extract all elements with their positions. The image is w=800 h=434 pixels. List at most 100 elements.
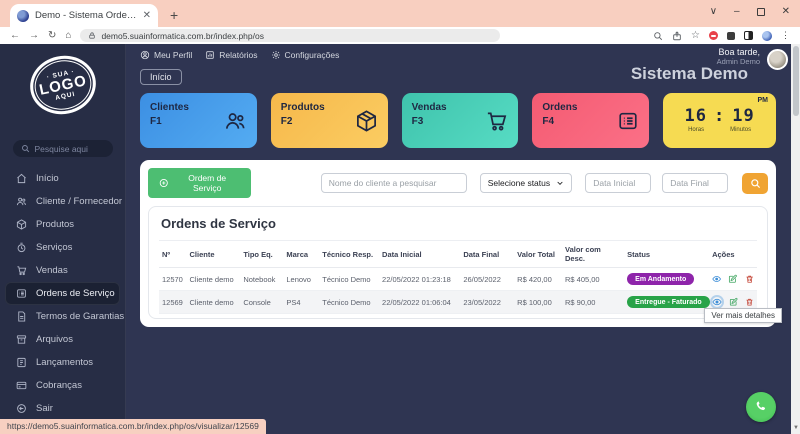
package-icon bbox=[355, 109, 378, 132]
reload-icon[interactable]: ↻ bbox=[48, 31, 56, 41]
status-select[interactable]: Selecione status bbox=[480, 173, 572, 193]
home-icon[interactable]: ⌂ bbox=[65, 31, 71, 41]
edit-icon[interactable] bbox=[729, 297, 738, 307]
sidebar-item-ordens-de-servico[interactable]: Ordens de Serviço bbox=[5, 282, 120, 305]
sidebar-item-cobrancas[interactable]: Cobranças bbox=[0, 374, 125, 397]
sidebar-item-vendas[interactable]: Vendas bbox=[0, 259, 125, 282]
whatsapp-button[interactable] bbox=[746, 392, 776, 422]
sidebar-item-label: Cliente / Fornecedor bbox=[36, 196, 122, 207]
cell-tipo-eq: Notebook bbox=[240, 268, 283, 291]
forward-icon[interactable]: → bbox=[29, 31, 39, 41]
col-data-inicial: Data Inicial bbox=[379, 241, 460, 268]
table-row[interactable]: 12570 Cliente demo Notebook Lenovo Técni… bbox=[159, 268, 757, 291]
tab-close-icon[interactable]: ✕ bbox=[143, 11, 151, 21]
sidebar-search-input[interactable]: Pesquise aqui bbox=[13, 140, 113, 157]
new-order-label: Ordem de Serviço bbox=[175, 173, 240, 193]
breadcrumb[interactable]: Início bbox=[140, 69, 182, 85]
card-clientes[interactable]: Clientes F1 bbox=[140, 93, 257, 148]
sidebar-item-cliente-fornecedor[interactable]: Cliente / Fornecedor bbox=[0, 190, 125, 213]
logout-icon bbox=[16, 403, 27, 414]
menu-label: Configurações bbox=[285, 50, 340, 60]
address-bar[interactable]: demo5.suainformatica.com.br/index.php/os bbox=[80, 29, 500, 42]
view-icon[interactable] bbox=[712, 274, 721, 284]
col-numero: Nº bbox=[159, 241, 187, 268]
card-produtos[interactable]: Produtos F2 bbox=[271, 93, 388, 148]
card-ordens[interactable]: Ordens F4 bbox=[532, 93, 649, 148]
back-icon[interactable]: ← bbox=[10, 31, 20, 41]
cell-tecnico: Técnico Demo bbox=[319, 291, 379, 314]
cell-numero: 12569 bbox=[159, 291, 187, 314]
sidebar-item-label: Cobranças bbox=[36, 380, 82, 391]
gear-icon bbox=[271, 50, 281, 60]
cell-cliente: Cliente demo bbox=[187, 268, 241, 291]
date-start-input[interactable] bbox=[585, 173, 651, 193]
tab-search-chevron-icon[interactable]: ∨ bbox=[710, 6, 717, 17]
search-icon bbox=[750, 178, 761, 189]
card-vendas[interactable]: Vendas F3 bbox=[402, 93, 519, 148]
zoom-icon[interactable] bbox=[653, 31, 663, 41]
new-order-button[interactable]: Ordem de Serviço bbox=[148, 168, 251, 198]
menu-meu-perfil[interactable]: Meu Perfil bbox=[140, 50, 192, 60]
sidebar-item-label: Início bbox=[36, 173, 59, 184]
bookmark-star-icon[interactable]: ☆ bbox=[691, 30, 700, 41]
window-close-icon[interactable]: ✕ bbox=[782, 6, 790, 17]
package-icon bbox=[16, 219, 27, 230]
clock-hours: 16 bbox=[684, 106, 706, 126]
page-scrollbar[interactable]: ▼ bbox=[791, 44, 800, 434]
browser-menu-icon[interactable]: ⋮ bbox=[781, 30, 790, 41]
darkmode-extension-icon[interactable] bbox=[744, 31, 753, 40]
edit-icon[interactable] bbox=[728, 274, 737, 284]
sidebar-item-label: Arquivos bbox=[36, 334, 73, 345]
cell-valor-desc: R$ 405,00 bbox=[562, 268, 624, 291]
cell-data-final: 26/05/2022 bbox=[460, 268, 514, 291]
cell-data-inicial: 22/05/2022 01:06:04 bbox=[379, 291, 460, 314]
scrollbar-thumb[interactable] bbox=[793, 46, 799, 116]
sidebar-item-sair[interactable]: Sair bbox=[0, 397, 125, 420]
extensions-puzzle-icon[interactable] bbox=[727, 32, 735, 40]
sidebar-item-label: Sair bbox=[36, 403, 53, 414]
url-text: demo5.suainformatica.com.br/index.php/os bbox=[101, 31, 264, 41]
user-avatar[interactable] bbox=[767, 49, 788, 70]
share-icon[interactable] bbox=[672, 31, 682, 41]
adblock-extension-icon[interactable] bbox=[709, 31, 718, 40]
clock-separator: : bbox=[714, 106, 725, 126]
table-row[interactable]: 12569 Cliente demo Console PS4 Técnico D… bbox=[159, 291, 757, 314]
sidebar-item-lancamentos[interactable]: Lançamentos bbox=[0, 351, 125, 374]
client-search-input[interactable] bbox=[321, 173, 467, 193]
sidebar-item-servicos[interactable]: Serviços bbox=[0, 236, 125, 259]
order-list-icon bbox=[16, 288, 27, 299]
col-cliente: Cliente bbox=[187, 241, 241, 268]
cart-icon bbox=[16, 265, 27, 276]
window-minimize-icon[interactable]: – bbox=[734, 6, 740, 17]
clock-minutes-label: Minutos bbox=[730, 127, 751, 133]
sidebar-item-produtos[interactable]: Produtos bbox=[0, 213, 125, 236]
screen: Demo - Sistema Ordem de Serviç ✕ + ∨ – ✕… bbox=[0, 0, 800, 434]
sidebar-item-arquivos[interactable]: Arquivos bbox=[0, 328, 125, 351]
sidebar-item-termos-de-garantias[interactable]: Termos de Garantias bbox=[0, 305, 125, 328]
shortcut-cards: Clientes F1 Produtos F2 Vendas F3 Ordens… bbox=[140, 93, 776, 148]
delete-icon[interactable] bbox=[745, 297, 754, 307]
sidebar-item-inicio[interactable]: Início bbox=[0, 167, 125, 190]
profile-avatar-icon[interactable] bbox=[762, 31, 772, 41]
date-end-input[interactable] bbox=[662, 173, 728, 193]
clock-card: PM 16 : 19 Horas Minutos bbox=[663, 93, 776, 148]
archive-icon bbox=[16, 334, 27, 345]
whatsapp-phone-icon bbox=[753, 399, 769, 415]
menu-relatorios[interactable]: Relatórios bbox=[205, 50, 257, 60]
orders-title: Ordens de Serviço bbox=[161, 216, 757, 231]
col-valor-desc: Valor com Desc. bbox=[562, 241, 624, 268]
browser-tab[interactable]: Demo - Sistema Ordem de Serviç ✕ bbox=[10, 4, 158, 27]
window-restore-icon[interactable] bbox=[757, 8, 765, 16]
new-tab-button[interactable]: + bbox=[170, 7, 178, 23]
col-status: Status bbox=[624, 241, 709, 268]
delete-icon[interactable] bbox=[745, 274, 754, 284]
browser-toolbar: ← → ↻ ⌂ demo5.suainformatica.com.br/inde… bbox=[0, 27, 800, 44]
menu-configuracoes[interactable]: Configurações bbox=[271, 50, 340, 60]
cell-cliente: Cliente demo bbox=[187, 291, 241, 314]
scrollbar-down-arrow-icon[interactable]: ▼ bbox=[793, 425, 799, 431]
stopwatch-icon bbox=[16, 242, 27, 253]
document-icon bbox=[16, 311, 27, 322]
view-icon[interactable] bbox=[712, 297, 722, 307]
search-icon bbox=[21, 144, 30, 153]
filter-search-button[interactable] bbox=[742, 173, 768, 194]
